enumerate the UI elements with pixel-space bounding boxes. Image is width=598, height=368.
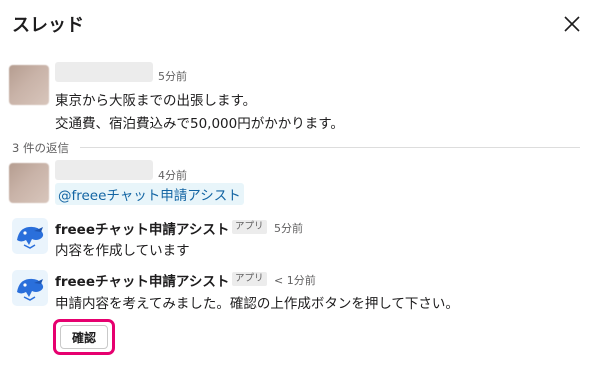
sender-name-redacted[interactable] bbox=[55, 62, 153, 82]
message-text: 申請内容を考えてみました。確認の上作成ボタンを押して下さい。 bbox=[55, 296, 459, 312]
app-badge: アプリ bbox=[232, 272, 267, 286]
message-text: 内容を作成しています bbox=[55, 243, 190, 259]
close-icon[interactable] bbox=[561, 13, 583, 35]
reply-count-label: 3 件の返信 bbox=[12, 141, 69, 155]
thread-title: スレッド bbox=[12, 15, 84, 36]
sender-name-redacted[interactable] bbox=[55, 160, 153, 180]
bot-avatar-icon[interactable] bbox=[12, 270, 48, 306]
bot-sender-name[interactable]: freeeチャット申請アシスト bbox=[55, 270, 229, 290]
avatar[interactable] bbox=[9, 163, 49, 203]
bot-avatar-icon[interactable] bbox=[12, 218, 48, 254]
message-timestamp[interactable]: < 1分前 bbox=[274, 272, 316, 288]
divider bbox=[80, 147, 580, 148]
message-timestamp[interactable]: 5分前 bbox=[274, 220, 303, 236]
bot-sender-name[interactable]: freeeチャット申請アシスト bbox=[55, 218, 229, 238]
confirm-button[interactable]: 確認 bbox=[60, 325, 108, 349]
message-timestamp[interactable]: 5分前 bbox=[158, 68, 187, 84]
message-timestamp[interactable]: 4分前 bbox=[158, 167, 187, 183]
avatar[interactable] bbox=[9, 65, 49, 105]
app-badge: アプリ bbox=[232, 220, 267, 234]
message-text: 東京から大阪までの出張します。 bbox=[55, 93, 257, 109]
message-text: 交通費、宿泊費込みで50,000円がかかります。 bbox=[55, 116, 344, 132]
mention-link[interactable]: @freeeチャット申請アシスト bbox=[55, 183, 244, 205]
